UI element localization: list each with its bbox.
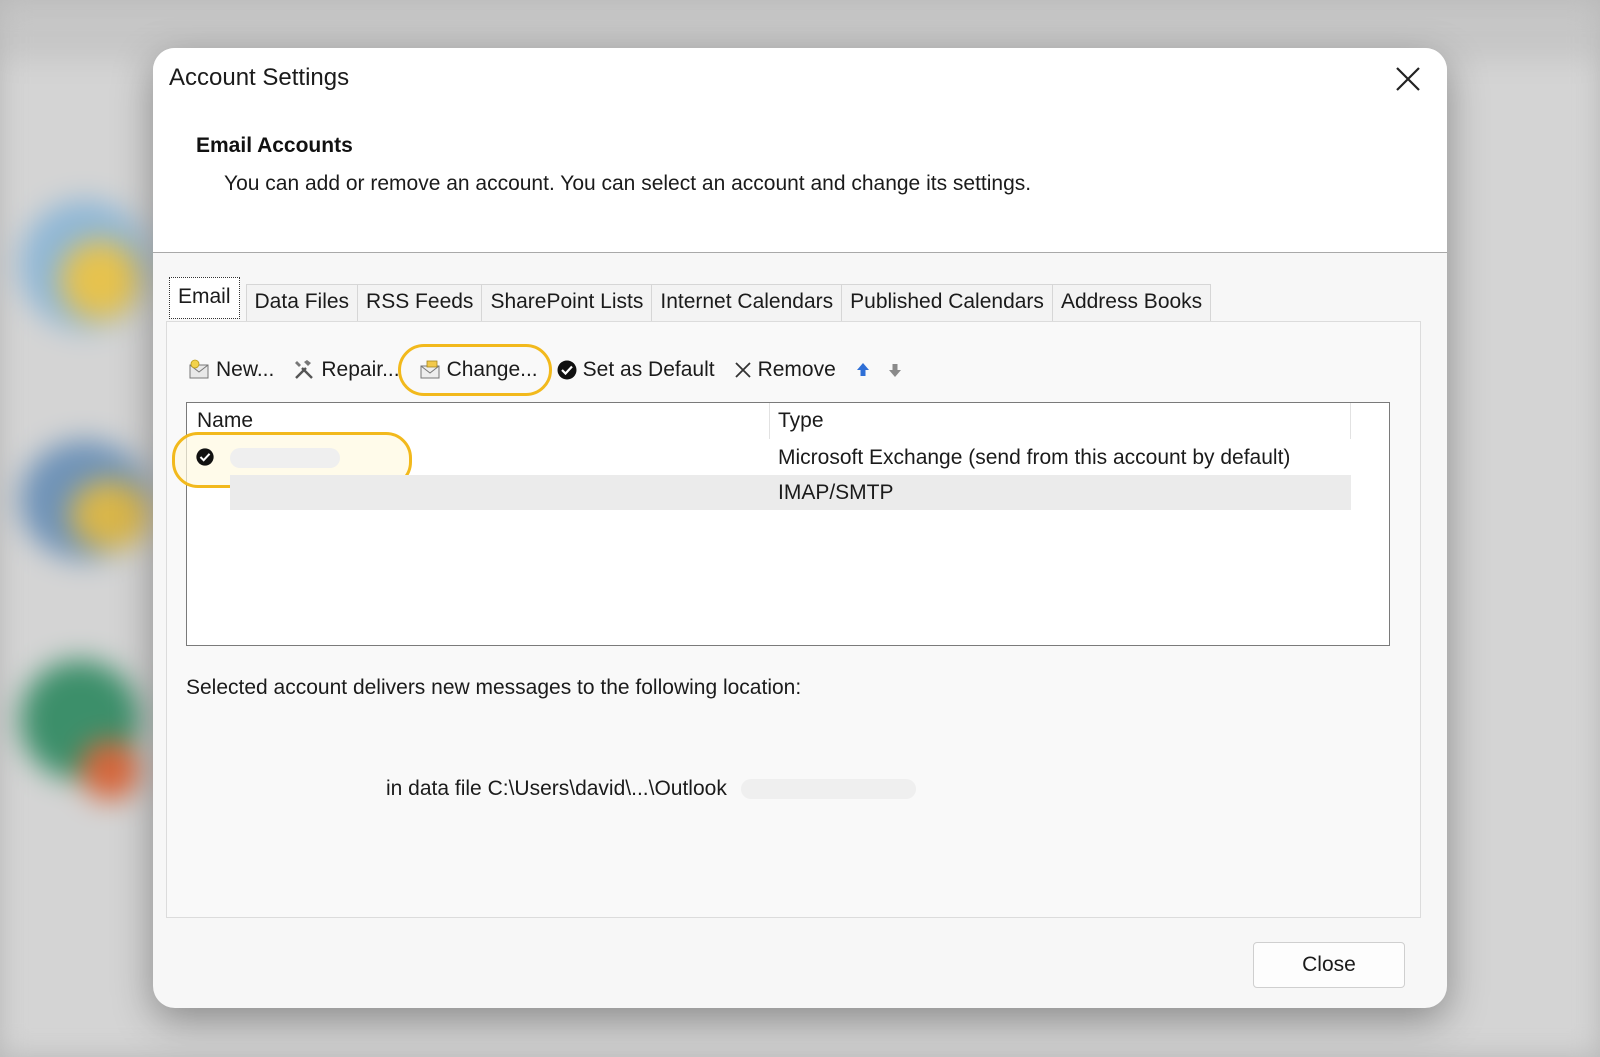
section-title: Email Accounts	[196, 134, 353, 157]
data-file-path: in data file C:\Users\david\...\Outlook	[386, 777, 916, 801]
tab-email[interactable]: Email	[169, 277, 240, 319]
new-account-label: New...	[216, 358, 275, 381]
account-settings-dialog: Account Settings Email Accounts You can …	[153, 48, 1447, 1008]
tab-data-files[interactable]: Data Files	[245, 284, 359, 321]
repair-account-button[interactable]: Repair...	[292, 358, 400, 382]
tab-published-calendars[interactable]: Published Calendars	[841, 284, 1053, 321]
move-down-button[interactable]	[886, 361, 904, 379]
tab-rss-feeds[interactable]: RSS Feeds	[357, 284, 483, 321]
column-header-type[interactable]: Type	[778, 409, 824, 433]
background-icon	[70, 480, 150, 550]
default-check-icon	[557, 360, 577, 380]
set-as-default-button[interactable]: Set as Default	[556, 358, 715, 382]
change-account-label: Change...	[446, 358, 538, 381]
remove-x-icon	[734, 362, 751, 378]
close-button[interactable]: Close	[1253, 942, 1405, 988]
new-account-icon	[189, 359, 209, 379]
dialog-header: Account Settings Email Accounts You can …	[153, 48, 1447, 253]
tab-bar: Email Data Files RSS Feeds SharePoint Li…	[169, 277, 1212, 321]
move-up-button[interactable]	[854, 361, 872, 379]
remove-account-button[interactable]: Remove	[733, 358, 836, 382]
close-icon[interactable]	[1391, 62, 1425, 96]
default-account-check-icon	[196, 448, 214, 466]
section-description: You can add or remove an account. You ca…	[224, 172, 1032, 195]
account-row-exchange[interactable]: Microsoft Exchange (send from this accou…	[187, 440, 1351, 475]
dialog-title: Account Settings	[169, 64, 350, 91]
column-header-name[interactable]: Name	[197, 409, 253, 433]
tab-internet-calendars[interactable]: Internet Calendars	[651, 284, 843, 321]
delivery-location-label: Selected account delivers new messages t…	[186, 676, 802, 699]
background-icon	[80, 740, 140, 800]
change-account-icon	[420, 360, 440, 379]
set-as-default-label: Set as Default	[582, 358, 715, 381]
account-toolbar: New... Repair... Change... Set as Defaul…	[187, 344, 918, 396]
change-account-button[interactable]: Change...	[397, 344, 552, 396]
column-separator	[1350, 403, 1351, 439]
repair-icon	[295, 360, 314, 379]
account-list: Name Type Microsoft Exchange (send from …	[172, 402, 1390, 646]
redacted-data-file-name	[740, 779, 916, 800]
tab-sharepoint-lists[interactable]: SharePoint Lists	[481, 284, 653, 321]
remove-account-label: Remove	[757, 358, 836, 381]
account-row-imap[interactable]: IMAP/SMTP	[230, 475, 1351, 510]
data-file-path-text: in data file C:\Users\david\...\Outlook	[386, 777, 727, 800]
new-account-button[interactable]: New...	[187, 358, 274, 382]
email-tab-panel: New... Repair... Change... Set as Defaul…	[166, 321, 1421, 918]
arrow-up-icon	[856, 363, 869, 376]
repair-account-label: Repair...	[321, 358, 400, 381]
account-type: IMAP/SMTP	[778, 481, 894, 504]
redacted-account-name	[230, 448, 340, 468]
account-type: Microsoft Exchange (send from this accou…	[778, 446, 1291, 469]
column-separator	[769, 403, 770, 439]
background-icon	[60, 240, 140, 320]
tab-address-books[interactable]: Address Books	[1051, 284, 1212, 321]
arrow-down-icon	[888, 364, 901, 377]
